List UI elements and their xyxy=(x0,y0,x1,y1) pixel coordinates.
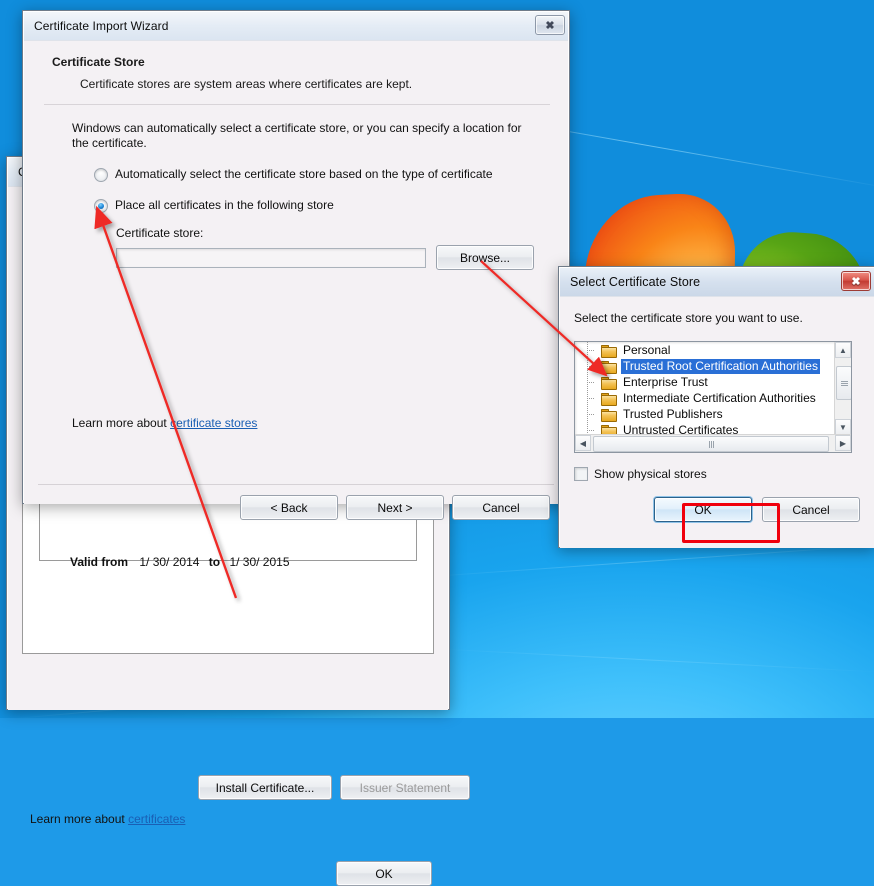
radio-place-all-label: Place all certificates in the following … xyxy=(115,198,334,212)
valid-to-label: to xyxy=(208,555,221,569)
browse-button[interactable]: Browse... xyxy=(436,245,534,270)
store-list-item-label: Trusted Root Certification Authorities xyxy=(621,358,820,374)
valid-from-label: Valid from xyxy=(70,555,129,569)
scroll-grip-icon xyxy=(708,440,714,448)
vertical-scroll-thumb[interactable] xyxy=(836,366,851,400)
wallpaper-streak xyxy=(440,648,874,673)
radio-automatic-select[interactable] xyxy=(94,168,108,182)
install-certificate-button[interactable]: Install Certificate... xyxy=(198,775,332,800)
wizard-paragraph: Windows can automatically select a certi… xyxy=(72,121,522,150)
close-glyph: ✖ xyxy=(545,19,555,32)
wizard-footer-buttons: < Back Next > Cancel xyxy=(240,495,550,520)
wizard-title: Certificate Import Wizard xyxy=(34,19,169,33)
scroll-left-icon[interactable]: ◀ xyxy=(575,435,591,451)
certificate-store-listbox[interactable]: Personal Trusted Root Certification Autho… xyxy=(574,341,852,453)
wizard-learn-more: Learn more about certificate stores xyxy=(72,416,257,430)
tree-connector-icon xyxy=(587,406,601,422)
radio-automatic-select-row[interactable]: Automatically select the certificate sto… xyxy=(94,167,542,182)
wizard-heading: Certificate Store xyxy=(52,55,145,69)
certificate-ok-button[interactable]: OK xyxy=(336,861,432,886)
tree-connector-icon xyxy=(587,374,601,390)
certificate-learn-more: Learn more about certificates xyxy=(30,812,185,826)
back-button[interactable]: < Back xyxy=(240,495,338,520)
folder-icon xyxy=(601,408,617,422)
certificate-action-buttons: Install Certificate... Issuer Statement xyxy=(198,775,470,800)
store-list-item-label: Enterprise Trust xyxy=(623,374,708,389)
store-list-item-label: Trusted Publishers xyxy=(623,406,723,421)
store-list-item[interactable]: Trusted Publishers xyxy=(575,406,835,422)
valid-from-date: 1/ 30/ 2014 xyxy=(139,555,200,569)
certificate-learn-more-prefix: Learn more about xyxy=(30,812,129,826)
show-physical-stores-row[interactable]: Show physical stores xyxy=(574,467,707,481)
select-store-ok-button[interactable]: OK xyxy=(654,497,752,522)
wizard-footer-divider xyxy=(38,484,554,485)
select-store-prompt: Select the certificate store you want to… xyxy=(574,311,803,325)
wallpaper-streak xyxy=(420,543,874,578)
show-physical-stores-checkbox[interactable] xyxy=(574,467,588,481)
valid-to-date: 1/ 30/ 2015 xyxy=(229,555,290,569)
show-physical-stores-label: Show physical stores xyxy=(594,467,707,481)
wizard-subheading: Certificate stores are system areas wher… xyxy=(80,77,413,91)
certificate-store-input[interactable] xyxy=(116,247,426,268)
scroll-down-icon[interactable]: ▼ xyxy=(835,419,851,435)
wizard-learn-more-prefix: Learn more about xyxy=(72,416,171,430)
close-icon[interactable]: ✖ xyxy=(535,15,565,35)
radio-place-all-row[interactable]: Place all certificates in the following … xyxy=(94,198,542,213)
wizard-header: Certificate Store Certificate stores are… xyxy=(24,41,568,91)
wizard-titlebar[interactable]: Certificate Import Wizard ✖ xyxy=(24,12,568,40)
vertical-scrollbar[interactable]: ▲ ▼ xyxy=(834,342,851,435)
store-list-item[interactable]: Intermediate Certification Authorities xyxy=(575,390,835,406)
store-list-item[interactable]: Trusted Root Certification Authorities xyxy=(575,358,835,374)
store-list-item[interactable]: Enterprise Trust xyxy=(575,374,835,390)
close-icon[interactable]: ✖ xyxy=(841,271,871,291)
horizontal-scrollbar[interactable]: ◀ ▶ xyxy=(575,434,851,452)
select-certificate-store-dialog[interactable]: Select Certificate Store ✖ Select the ce… xyxy=(558,266,874,548)
folder-icon xyxy=(601,392,617,406)
certificate-validity-line: Valid from 1/ 30/ 2014 to 1/ 30/ 2015 xyxy=(70,555,290,569)
next-button[interactable]: Next > xyxy=(346,495,444,520)
tree-connector-icon xyxy=(587,342,601,358)
certificate-store-list[interactable]: Personal Trusted Root Certification Autho… xyxy=(575,342,835,435)
folder-icon xyxy=(601,360,617,374)
folder-icon xyxy=(601,344,617,358)
cancel-button[interactable]: Cancel xyxy=(452,495,550,520)
tree-connector-icon xyxy=(587,358,601,374)
select-store-title: Select Certificate Store xyxy=(570,275,701,289)
issuer-statement-button[interactable]: Issuer Statement xyxy=(340,775,470,800)
horizontal-scroll-thumb[interactable] xyxy=(593,436,829,452)
select-store-buttons: OK Cancel xyxy=(654,497,860,522)
certificates-link[interactable]: certificates xyxy=(128,812,185,826)
certificate-import-wizard-window[interactable]: Certificate Import Wizard ✖ Certificate … xyxy=(22,10,570,520)
close-glyph: ✖ xyxy=(851,275,861,288)
certificate-stores-link[interactable]: certificate stores xyxy=(170,416,257,430)
scroll-right-icon[interactable]: ▶ xyxy=(835,435,851,451)
certificate-ok-wrap: OK xyxy=(336,861,432,886)
tree-connector-icon xyxy=(587,390,601,406)
certificate-store-label: Certificate store: xyxy=(116,226,204,240)
radio-automatic-select-label: Automatically select the certificate sto… xyxy=(115,167,493,181)
scroll-grip-icon xyxy=(840,380,848,386)
radio-place-all[interactable] xyxy=(94,199,108,213)
store-list-item[interactable]: Personal xyxy=(575,342,835,358)
select-store-titlebar[interactable]: Select Certificate Store ✖ xyxy=(560,268,874,296)
folder-icon xyxy=(601,376,617,390)
select-store-cancel-button[interactable]: Cancel xyxy=(762,497,860,522)
store-list-item-label: Personal xyxy=(623,342,671,357)
store-list-item-label: Intermediate Certification Authorities xyxy=(623,390,816,405)
scroll-up-icon[interactable]: ▲ xyxy=(835,342,851,358)
